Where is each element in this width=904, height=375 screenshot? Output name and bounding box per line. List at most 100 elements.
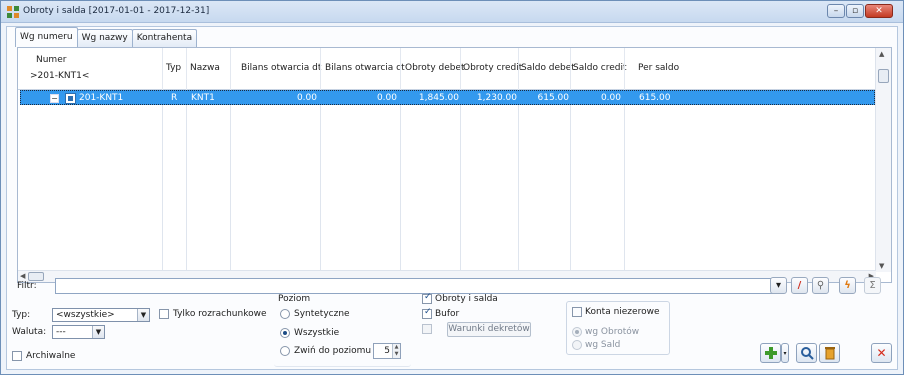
- chevron-down-icon: ▼: [92, 326, 104, 338]
- header-obroty-debet[interactable]: Obroty debet: [405, 63, 465, 73]
- add-dropdown-button[interactable]: ▾: [781, 343, 789, 363]
- header-saldo-credit[interactable]: Saldo credit: [573, 63, 627, 73]
- column-divider: [460, 48, 461, 90]
- eraser-icon: /: [797, 280, 802, 291]
- obroty-i-salda-label: Obroty i salda: [435, 294, 498, 304]
- collapse-node-icon[interactable]: −: [50, 94, 59, 103]
- filter-icon: ⚲: [816, 280, 825, 291]
- wg-sald-radio[interactable]: [572, 340, 582, 350]
- grid-column-line: [460, 90, 461, 272]
- stepper-arrows-icon[interactable]: ▲ ▼: [392, 344, 400, 358]
- accounts-grid[interactable]: Numer >201-KNT1< Typ Nazwa Bilans otwarc…: [17, 47, 892, 283]
- header-numer[interactable]: Numer: [36, 55, 66, 65]
- account-icon: [65, 93, 76, 104]
- sum-button[interactable]: Σ: [864, 277, 881, 294]
- window-controls: – ▫ ✕: [827, 4, 893, 18]
- apply-filter-button[interactable]: ϟ: [839, 277, 856, 294]
- column-divider: [162, 48, 163, 90]
- plus-icon: [764, 347, 777, 359]
- header-typ[interactable]: Typ: [166, 63, 181, 73]
- wg-obrotow-radio[interactable]: [572, 327, 582, 337]
- column-divider: [320, 48, 321, 90]
- bufor-label: Bufor: [435, 309, 460, 319]
- preview-button[interactable]: [796, 343, 817, 363]
- konta-niezerowe-checkbox[interactable]: [572, 307, 582, 317]
- zwin-label: Zwiń do poziomu: [294, 346, 372, 356]
- window: Obroty i salda [2017-01-01 - 2017-12-31]…: [0, 0, 904, 375]
- warunki-checkbox[interactable]: [422, 324, 432, 334]
- wszystkie-radio[interactable]: [280, 328, 290, 338]
- header-saldo-debet[interactable]: Saldo debet: [521, 63, 575, 73]
- table-row[interactable]: − 201-KNT1 R KNT1 0.00 0.00 1,845.00 1,2…: [20, 90, 875, 105]
- wg-sald-label: wg Sald: [585, 340, 621, 350]
- clear-filter-button[interactable]: /: [791, 277, 808, 294]
- delete-button[interactable]: [819, 343, 840, 363]
- syntetyczne-label: Syntetyczne: [294, 309, 350, 319]
- filter-dropdown-button[interactable]: ▾: [770, 277, 787, 294]
- scroll-left-icon[interactable]: ◀: [20, 272, 25, 280]
- lightning-icon: ϟ: [844, 280, 851, 291]
- typ-value: <wszystkie>: [56, 310, 115, 320]
- chevron-down-icon: ▾: [783, 349, 787, 357]
- grid-column-line: [230, 90, 231, 272]
- grid-column-line: [400, 90, 401, 272]
- scroll-up-icon[interactable]: ▲: [879, 50, 884, 58]
- header-obroty-credit[interactable]: Obroty credit: [463, 63, 522, 73]
- close-window-button[interactable]: ✕: [865, 4, 893, 18]
- syntetyczne-radio[interactable]: [280, 309, 290, 319]
- grid-column-line: [320, 90, 321, 272]
- zwin-radio[interactable]: [280, 346, 290, 356]
- filter-label: Filtr:: [17, 281, 37, 291]
- tab-wg-numeru[interactable]: Wg numeru: [15, 27, 78, 47]
- magnifier-icon: [800, 347, 814, 360]
- typ-select[interactable]: <wszystkie> ▼: [52, 308, 150, 322]
- scroll-down-icon[interactable]: ▼: [879, 262, 884, 270]
- column-divider: [230, 48, 231, 90]
- trash-icon: [824, 347, 835, 360]
- header-numer-filter[interactable]: >201-KNT1<: [30, 71, 89, 81]
- waluta-select[interactable]: --- ▼: [52, 325, 105, 339]
- cell-bilans-dt: 0.00: [296, 93, 317, 103]
- grid-column-line: [518, 90, 519, 272]
- tab-wg-nazwy[interactable]: Wg nazwy: [76, 29, 133, 47]
- header-bilans-dt[interactable]: Bilans otwarcia dt: [241, 63, 321, 73]
- restore-button[interactable]: ▫: [846, 4, 864, 18]
- minimize-icon: –: [833, 5, 839, 16]
- vertical-scrollbar[interactable]: ▲ ▼: [875, 48, 891, 272]
- cell-typ: R: [171, 93, 178, 103]
- tab-kontrahenta[interactable]: Kontrahenta: [131, 29, 198, 47]
- filter-input[interactable]: [55, 278, 773, 294]
- minimize-button[interactable]: –: [827, 4, 845, 18]
- filter-constructor-button[interactable]: ⚲: [812, 277, 829, 294]
- app-grid-icon: [7, 6, 19, 18]
- grid-column-line: [186, 90, 187, 272]
- column-divider: [400, 48, 401, 90]
- konta-niezerowe-label: Konta niezerowe: [585, 307, 660, 317]
- restore-icon: ▫: [851, 5, 859, 16]
- tab-bar: Wg numeru Wg nazwy Kontrahenta: [15, 27, 198, 47]
- header-per-saldo[interactable]: Per saldo: [638, 63, 679, 73]
- archiwalne-label: Archiwalne: [26, 351, 76, 361]
- archiwalne-checkbox[interactable]: [12, 351, 22, 361]
- scroll-thumb[interactable]: [878, 69, 889, 83]
- poziom-stepper[interactable]: 5 ▲ ▼: [373, 343, 401, 359]
- grid-header: Numer >201-KNT1< Typ Nazwa Bilans otwarc…: [18, 48, 876, 90]
- close-button[interactable]: ✕: [871, 343, 892, 363]
- cell-obroty-debet: 1,845.00: [418, 93, 459, 103]
- header-bilans-ct[interactable]: Bilans otwarcia ct: [325, 63, 405, 73]
- chevron-down-icon: ▼: [137, 309, 149, 321]
- column-divider: [186, 48, 187, 90]
- add-button[interactable]: [760, 343, 781, 363]
- warunki-dekretow-button[interactable]: Warunki dekretów: [447, 322, 531, 337]
- tylko-rozrachunkowe-checkbox[interactable]: [159, 309, 169, 319]
- column-divider: [518, 48, 519, 90]
- header-nazwa[interactable]: Nazwa: [190, 63, 220, 73]
- close-icon: ✕: [876, 346, 887, 360]
- grid-column-line: [570, 90, 571, 272]
- grid-column-line: [162, 90, 163, 272]
- sigma-icon: Σ: [869, 280, 876, 291]
- scroll-thumb[interactable]: [28, 272, 44, 281]
- bufor-checkbox[interactable]: [422, 307, 432, 319]
- window-title: Obroty i salda [2017-01-01 - 2017-12-31]: [23, 6, 210, 16]
- obroty-i-salda-checkbox[interactable]: [422, 292, 432, 304]
